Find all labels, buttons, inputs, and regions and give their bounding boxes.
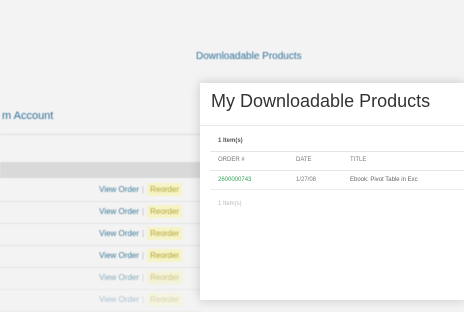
order-actions: View Order | Reorder	[99, 271, 182, 284]
separator: |	[142, 207, 145, 216]
downloadable-products-panel: My Downloadable Products 1 Item(s) ORDER…	[200, 83, 464, 300]
reorder-link[interactable]: Reorder	[147, 205, 182, 218]
column-header-date: DATE	[296, 157, 312, 163]
page-title: My Downloadable Products	[211, 91, 431, 111]
table-header: ORDER # DATE TITLE	[210, 151, 464, 171]
order-row: View Order | Reorder	[0, 246, 200, 268]
orders-list: View Order | Reorder View Order | Reorder Vi…	[0, 180, 200, 312]
order-row: View Order | Reorder	[0, 268, 200, 290]
view-order-link[interactable]: View Order	[99, 251, 139, 260]
view-order-link[interactable]: View Order	[99, 185, 139, 194]
divider	[200, 125, 464, 126]
reorder-link[interactable]: Reorder	[147, 183, 182, 196]
items-count: 1 Item(s)	[218, 138, 243, 144]
order-date: 1/27/08	[296, 177, 317, 183]
reorder-link[interactable]: Reorder	[147, 227, 182, 240]
order-row: View Order | Reorder	[0, 202, 200, 224]
separator: |	[142, 185, 145, 194]
order-row: View Order | Reorder	[0, 224, 200, 246]
account-title[interactable]: m Account	[0, 110, 202, 122]
items-count-footer: 1 Item(s)	[218, 201, 242, 207]
table-row: 2600000743 1/27/08 Ebook: Pivot Table in…	[210, 171, 464, 190]
product-title-link[interactable]: Ebook: Pivot Table in Exc	[350, 177, 418, 183]
order-row: View Order | Reorder	[0, 180, 200, 202]
separator: |	[142, 229, 145, 238]
downloadable-products-link[interactable]: Downloadable Products	[196, 51, 302, 62]
order-actions: View Order | Reorder	[99, 183, 182, 196]
separator: |	[142, 273, 145, 282]
order-row: View Order | Reorder	[0, 290, 200, 312]
order-actions: View Order | Reorder	[99, 227, 182, 240]
orders-table-header	[0, 162, 200, 178]
view-order-link[interactable]: View Order	[99, 273, 139, 282]
order-number-link[interactable]: 2600000743	[218, 177, 251, 183]
reorder-link[interactable]: Reorder	[147, 271, 182, 284]
order-actions: View Order | Reorder	[99, 205, 182, 218]
separator: |	[142, 251, 145, 260]
column-header-title: TITLE	[350, 157, 367, 163]
column-header-order: ORDER #	[218, 157, 245, 163]
divider	[0, 134, 210, 135]
view-order-link[interactable]: View Order	[99, 229, 139, 238]
view-order-link[interactable]: View Order	[99, 207, 139, 216]
reorder-link[interactable]: Reorder	[147, 249, 182, 262]
order-actions: View Order | Reorder	[99, 249, 182, 262]
